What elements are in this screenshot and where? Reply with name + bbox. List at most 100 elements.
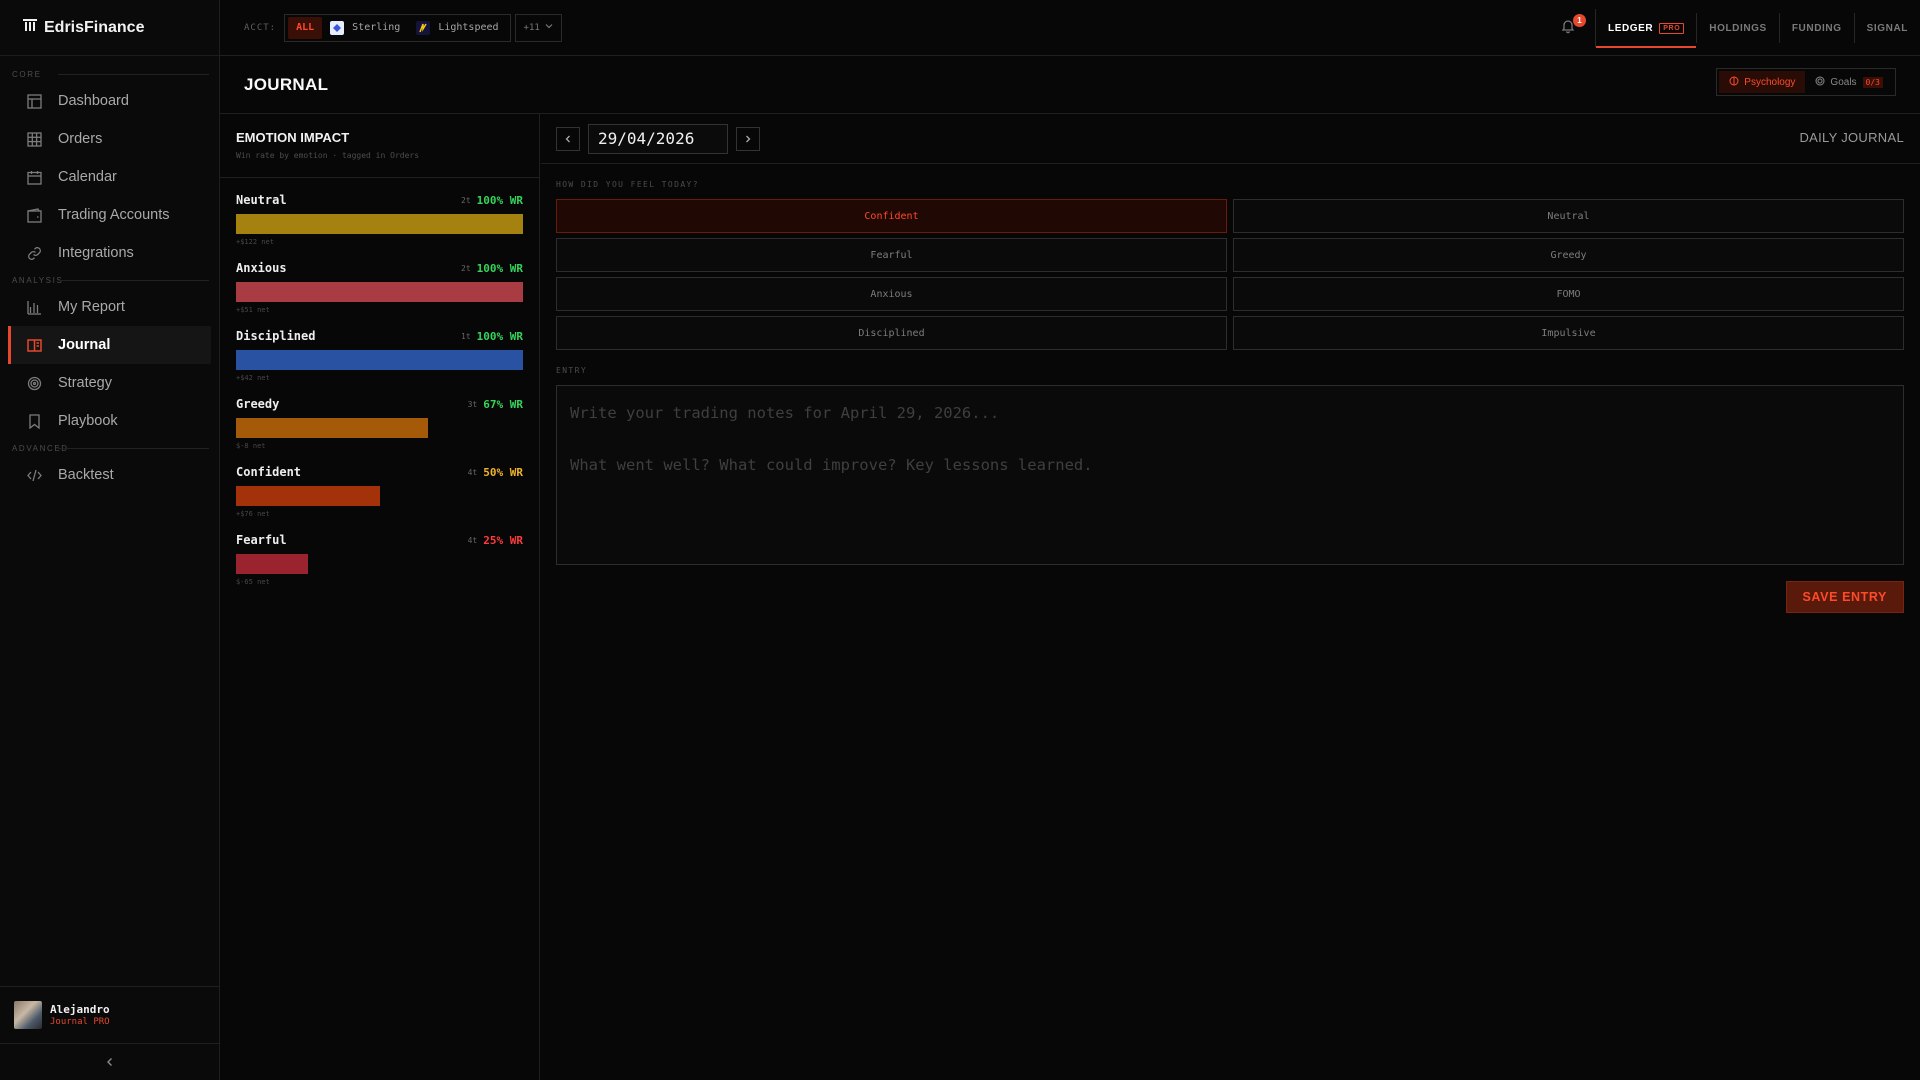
emotion-net: +$42 net [236,374,270,382]
notification-count-badge: 1 [1573,14,1586,27]
sidebar-item-journal[interactable]: Journal [8,326,211,364]
emotion-name: Greedy [236,397,280,411]
emotion-win-rate: 100% WR [476,261,523,275]
sidebar-item-my-report[interactable]: My Report [8,288,211,326]
account-chip-label: Sterling [352,22,401,33]
sidebar-item-orders[interactable]: Orders [8,120,211,158]
sidebar-item-integrations[interactable]: Integrations [8,234,211,272]
goals-toggle-button[interactable]: Goals 0/3 [1805,71,1893,93]
sidebar-item-label: Orders [58,131,103,147]
page-title: JOURNAL [244,74,329,94]
emotion-bar [236,418,429,438]
emotion-net: +$76 net [236,510,270,518]
pro-badge: PRO [1659,22,1685,34]
emotion-trade-count: 2t [461,195,471,205]
more-accounts-dropdown[interactable]: +11 [514,13,562,42]
date-input[interactable]: 29/04/2026 [588,123,728,154]
more-accounts-label: +11 [523,22,540,33]
sidebar-item-dashboard[interactable]: Dashboard [8,82,211,120]
mood-option-neutral[interactable]: Neutral [1233,199,1904,233]
brand-name: EdrisFinance [44,18,145,36]
emotion-bar [236,282,523,302]
emotion-net: $-8 net [236,442,266,450]
mood-option-greedy[interactable]: Greedy [1233,238,1904,272]
chevron-left-icon [105,1054,115,1070]
bookmark-icon [24,411,44,431]
entry-label: ENTRY [556,366,588,375]
tab-signal[interactable]: SIGNAL [1855,9,1920,47]
emotion-win-rate: 100% WR [476,193,523,207]
emotion-name: Anxious [236,261,287,275]
nav-section-advanced: ADVANCED [0,440,219,456]
mood-option-fearful[interactable]: Fearful [556,238,1227,272]
emotion-row: Disciplined 1t 100% WR +$42 net [236,314,523,382]
sidebar-item-playbook[interactable]: Playbook [8,402,211,440]
emotion-trade-count: 2t [461,263,471,273]
account-chip-all[interactable]: ALL [288,16,323,39]
account-chip-sterling[interactable]: Sterling [322,17,408,39]
emotion-name: Fearful [236,533,287,547]
avatar [14,1001,42,1029]
tab-ledger[interactable]: LEDGER PRO [1595,9,1697,48]
sidebar-item-trading-accounts[interactable]: Trading Accounts [8,196,211,234]
psychology-toggle-button[interactable]: Psychology [1719,71,1806,93]
emotion-net: $-65 net [236,578,270,586]
sidebar-item-strategy[interactable]: Strategy [8,364,211,402]
next-day-button[interactable] [736,126,760,151]
page-header: JOURNAL Psychology Goals 0/3 [220,56,1920,114]
nav-section-analysis: ANALYSIS [0,272,219,288]
tab-holdings[interactable]: HOLDINGS [1697,9,1779,47]
entry-textarea[interactable]: Write your trading notes for April 29, 2… [556,385,1904,565]
mood-grid: Confident Neutral Fearful Greedy Anxious… [556,199,1904,350]
topbar: ACCT: ALL Sterling Lightspeed +11 1 LEDG… [220,0,1920,56]
emotion-net: +$122 net [236,238,274,246]
emotion-trade-count: 4t [467,467,478,477]
daily-journal-label: DAILY JOURNAL [1799,130,1904,145]
sidebar-item-calendar[interactable]: Calendar [8,158,211,196]
sidebar-item-label: Dashboard [58,93,129,109]
mood-option-disciplined[interactable]: Disciplined [556,316,1227,350]
save-entry-button[interactable]: SAVE ENTRY [1785,581,1904,613]
emotion-win-rate: 50% WR [483,465,523,479]
collapse-sidebar-button[interactable] [0,1044,219,1080]
brand-logo-icon [22,17,38,38]
mood-option-fomo[interactable]: FOMO [1233,277,1904,311]
psychology-label: Psychology [1744,76,1796,88]
emotion-row: Neutral 2t 100% WR +$122 net [236,178,523,246]
layout-icon [24,91,44,111]
emotion-trade-count: 3t [467,399,478,409]
account-chip-lightspeed[interactable]: Lightspeed [408,17,506,39]
chevron-down-icon [545,22,553,33]
previous-day-button[interactable] [556,126,580,151]
emotion-win-rate: 25% WR [483,533,523,547]
target-icon [24,373,44,393]
mood-option-confident[interactable]: Confident [556,199,1227,233]
goals-progress-badge: 0/3 [1862,76,1883,88]
chevron-left-icon [564,132,572,146]
book-icon [24,335,44,355]
sidebar-item-label: Backtest [58,467,114,483]
sidebar-item-backtest[interactable]: Backtest [8,456,211,494]
emotion-bar-track [236,554,523,574]
bar-chart-icon [24,297,44,317]
user-plan: Journal PRO [50,1017,110,1027]
sidebar-item-label: Journal [58,337,111,353]
mood-option-anxious[interactable]: Anxious [556,277,1227,311]
sidebar-item-label: Calendar [58,169,117,185]
code-icon [24,465,44,485]
tab-funding[interactable]: FUNDING [1780,9,1854,47]
goals-label: Goals [1830,76,1857,88]
user-name: Alejandro [50,1003,110,1016]
emotion-bar-track [236,418,523,438]
acct-label: ACCT: [244,22,277,33]
brand[interactable]: EdrisFinance [0,0,219,56]
sidebar: EdrisFinance CORE Dashboard Orders Calen… [0,0,220,1080]
save-row: SAVE ENTRY [541,581,1904,613]
notifications-button[interactable]: 1 [1560,14,1586,38]
nav-section-core: CORE [0,66,219,82]
mood-option-impulsive[interactable]: Impulsive [1233,316,1904,350]
user-profile[interactable]: Alejandro Journal PRO [0,986,219,1044]
emotion-panel-header: EMOTION IMPACT Win rate by emotion · tag… [220,114,539,178]
emotion-win-rate: 67% WR [483,397,523,411]
emotion-name: Disciplined [236,329,316,343]
